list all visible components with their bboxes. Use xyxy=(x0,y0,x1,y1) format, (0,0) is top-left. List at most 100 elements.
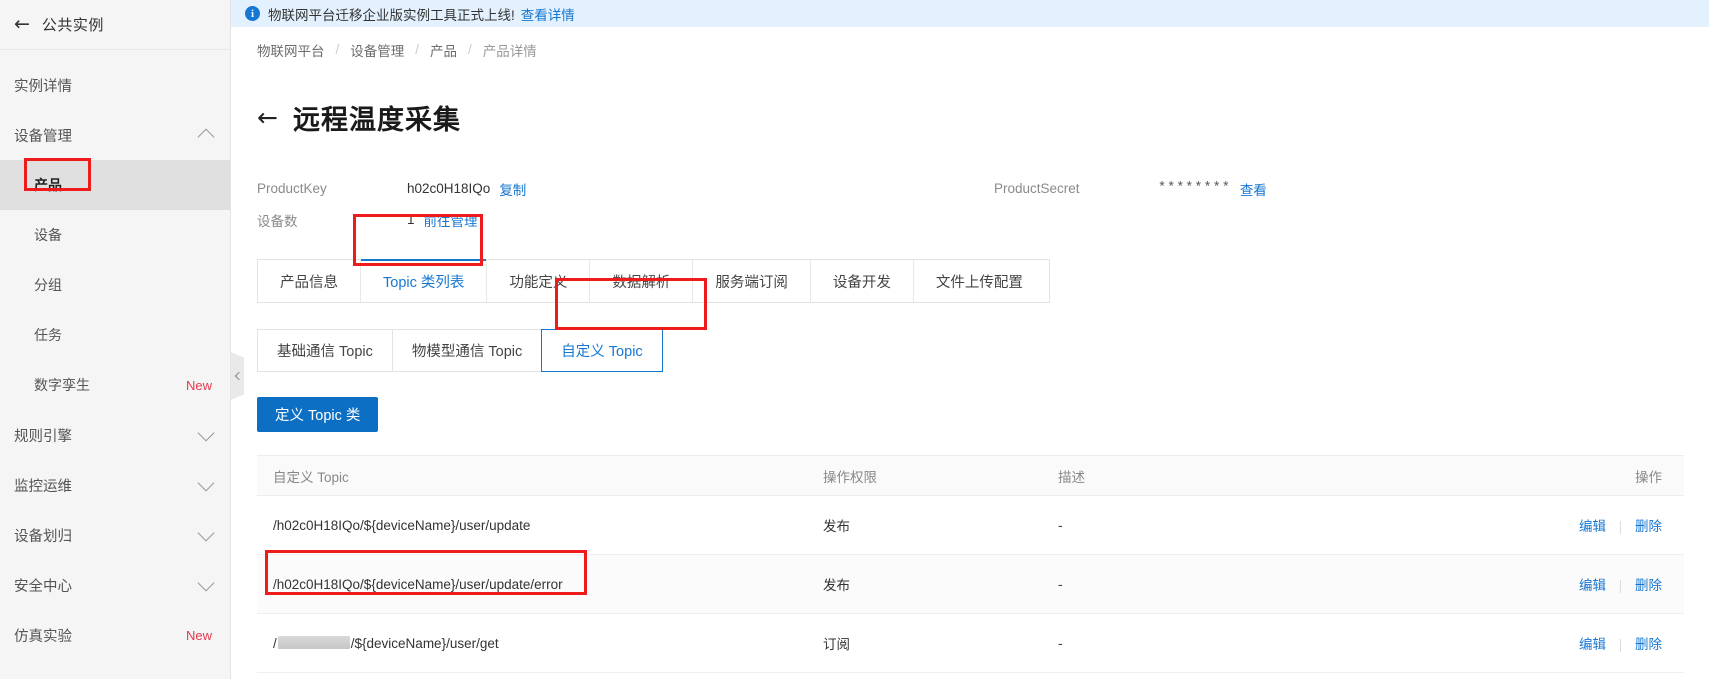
sidebar-item-group[interactable]: 分组 xyxy=(0,260,230,310)
table-header: 自定义 Topic 操作权限 描述 操作 xyxy=(257,455,1684,497)
cell-topic: / /${deviceName}/user/get xyxy=(257,635,823,651)
sidebar-item-product[interactable]: 产品 xyxy=(0,160,230,210)
sidebar-group-device-assignment[interactable]: 设备划归 xyxy=(0,510,230,560)
notice-text: 物联网平台迁移企业版实例工具正式上线! xyxy=(268,7,515,23)
tab-product-info[interactable]: 产品信息 xyxy=(258,260,361,303)
cell-description: - xyxy=(1058,576,1063,592)
breadcrumb-item-2[interactable]: 产品 xyxy=(430,40,457,60)
copy-product-key-link[interactable]: 复制 xyxy=(499,179,526,199)
sidebar-item-digital-twin[interactable]: 数字孪生 New xyxy=(0,360,230,410)
subtab-basic-communication-topic[interactable]: 基础通信 Topic xyxy=(257,329,392,373)
subtab-custom-topic[interactable]: 自定义 Topic xyxy=(541,329,663,373)
tab-data-parsing[interactable]: 数据解析 xyxy=(590,260,694,303)
sidebar-item-label: 仿真实验 xyxy=(14,628,72,645)
product-meta: ProductKey h02c0H18IQo 复制 设备数 1 前往管理 Pro… xyxy=(257,173,1709,235)
table-row: / /${deviceName}/user/get 订阅 - 编辑 | 删除 xyxy=(257,614,1684,674)
cell-description: - xyxy=(1058,635,1063,651)
breadcrumb: 物联网平台 / 设备管理 / 产品 / 产品详情 xyxy=(257,27,1709,72)
delete-link[interactable]: 删除 xyxy=(1635,637,1662,652)
cell-operations: 编辑 | 删除 xyxy=(1408,574,1684,594)
redaction-mask xyxy=(277,635,350,649)
tab-file-upload-config[interactable]: 文件上传配置 xyxy=(914,260,1045,302)
page-header: ← 远程温度采集 xyxy=(257,80,1709,155)
chevron-down-icon xyxy=(197,524,215,541)
chevron-down-icon xyxy=(197,424,215,441)
notice-banner: i 物联网平台迁移企业版实例工具正式上线! 查看详情 xyxy=(231,0,1709,27)
edit-link[interactable]: 编辑 xyxy=(1579,519,1606,534)
define-topic-class-button[interactable]: 定义 Topic 类 xyxy=(257,397,379,433)
product-secret-value: ******** xyxy=(1158,181,1231,197)
subtab-label: 自定义 Topic xyxy=(561,344,643,361)
sidebar-item-task[interactable]: 任务 xyxy=(0,310,230,360)
tab-label: 数据解析 xyxy=(612,274,671,291)
tab-label: Topic 类列表 xyxy=(383,274,465,291)
goto-device-manage-link[interactable]: 前往管理 xyxy=(424,210,478,230)
edit-link[interactable]: 编辑 xyxy=(1579,578,1606,593)
cell-operations: 编辑 | 删除 xyxy=(1408,633,1684,653)
sidebar-item-label: 安全中心 xyxy=(14,578,72,595)
table-row: /h02c0H18IQo/${deviceName}/user/update/e… xyxy=(257,555,1684,615)
tab-device-development[interactable]: 设备开发 xyxy=(811,260,914,303)
info-circle-icon: i xyxy=(245,6,260,21)
breadcrumb-item-3: 产品详情 xyxy=(482,43,537,59)
sidebar-group-monitoring[interactable]: 监控运维 xyxy=(0,460,230,510)
notice-detail-link[interactable]: 查看详情 xyxy=(521,4,575,24)
breadcrumb-separator: / xyxy=(415,42,420,57)
cell-topic: /h02c0H18IQo/${deviceName}/user/update xyxy=(273,517,531,533)
new-badge: New xyxy=(185,377,212,393)
sidebar-item-label: 监控运维 xyxy=(14,478,72,495)
sidebar-item-label: 数字孪生 xyxy=(34,377,90,393)
sidebar-item-label: 设备 xyxy=(34,227,62,243)
cell-permission: 订阅 xyxy=(823,637,850,653)
meta-row-device-count: 设备数 1 前往管理 xyxy=(257,204,1709,235)
cell-permission: 发布 xyxy=(823,578,850,594)
operation-separator: | xyxy=(1618,578,1623,594)
meta-row-product-key: ProductKey h02c0H18IQo 复制 xyxy=(257,173,1709,204)
sidebar-item-label: 实例详情 xyxy=(14,78,72,95)
arrow-left-icon[interactable]: ← xyxy=(14,15,30,34)
product-key-label: ProductKey xyxy=(257,181,327,197)
chevron-down-icon xyxy=(197,474,215,491)
sidebar-item-device[interactable]: 设备 xyxy=(0,210,230,260)
app-root: ← 公共实例 实例详情 设备管理 产品 设备 分组 任务 数字孪生 New 规则… xyxy=(0,0,1709,679)
tab-server-subscription[interactable]: 服务端订阅 xyxy=(693,260,811,303)
breadcrumb-item-1[interactable]: 设备管理 xyxy=(350,40,404,60)
product-key-value: h02c0H18IQo xyxy=(407,181,491,197)
breadcrumb-separator: / xyxy=(335,42,340,57)
meta-row-product-secret: ProductSecret ******** 查看 xyxy=(994,173,1267,204)
sidebar-item-label: 规则引擎 xyxy=(14,428,72,445)
breadcrumb-separator: / xyxy=(468,42,472,57)
device-count-value: 1 xyxy=(407,212,415,228)
tab-label: 文件上传配置 xyxy=(935,274,1023,291)
tab-function-definition[interactable]: 功能定义 xyxy=(487,260,591,303)
main-content: i 物联网平台迁移企业版实例工具正式上线! 查看详情 物联网平台 / 设备管理 … xyxy=(231,0,1709,679)
product-secret-label: ProductSecret xyxy=(994,181,1080,197)
subtab-thing-model-topic[interactable]: 物模型通信 Topic xyxy=(391,329,542,373)
delete-link[interactable]: 删除 xyxy=(1635,519,1662,534)
tab-label: 服务端订阅 xyxy=(715,274,788,291)
tab-label: 设备开发 xyxy=(832,274,891,291)
topic-subtabs: 基础通信 Topic 物模型通信 Topic 自定义 Topic xyxy=(257,329,708,373)
sidebar-header[interactable]: ← 公共实例 xyxy=(0,0,230,50)
cell-operations: 编辑 | 删除 xyxy=(1408,515,1684,535)
sidebar-item-label: 分组 xyxy=(34,277,62,293)
edit-link[interactable]: 编辑 xyxy=(1579,637,1606,652)
subtab-label: 基础通信 Topic xyxy=(277,344,373,361)
column-header-topic: 自定义 Topic xyxy=(273,469,349,485)
table-row: /h02c0H18IQo/${deviceName}/user/update 发… xyxy=(257,496,1684,556)
column-header-permission: 操作权限 xyxy=(823,469,877,485)
sidebar-item-label: 设备划归 xyxy=(14,528,72,545)
sidebar-group-security-center[interactable]: 安全中心 xyxy=(0,560,230,610)
sidebar-item-instance-detail[interactable]: 实例详情 xyxy=(0,60,230,110)
sidebar-group-rule-engine[interactable]: 规则引擎 xyxy=(0,410,230,460)
sidebar-group-device-management[interactable]: 设备管理 xyxy=(0,110,230,160)
new-badge: New xyxy=(185,627,212,643)
sidebar-collapse-handle[interactable] xyxy=(231,352,244,400)
breadcrumb-item-0[interactable]: 物联网平台 xyxy=(257,40,325,60)
cell-topic-prefix: / xyxy=(273,635,277,651)
sidebar-item-simulation-lab[interactable]: 仿真实验 New xyxy=(0,610,230,660)
delete-link[interactable]: 删除 xyxy=(1635,578,1662,593)
tab-topic-class-list[interactable]: Topic 类列表 xyxy=(361,259,488,303)
arrow-left-icon[interactable]: ← xyxy=(257,105,278,130)
view-product-secret-link[interactable]: 查看 xyxy=(1240,179,1267,199)
